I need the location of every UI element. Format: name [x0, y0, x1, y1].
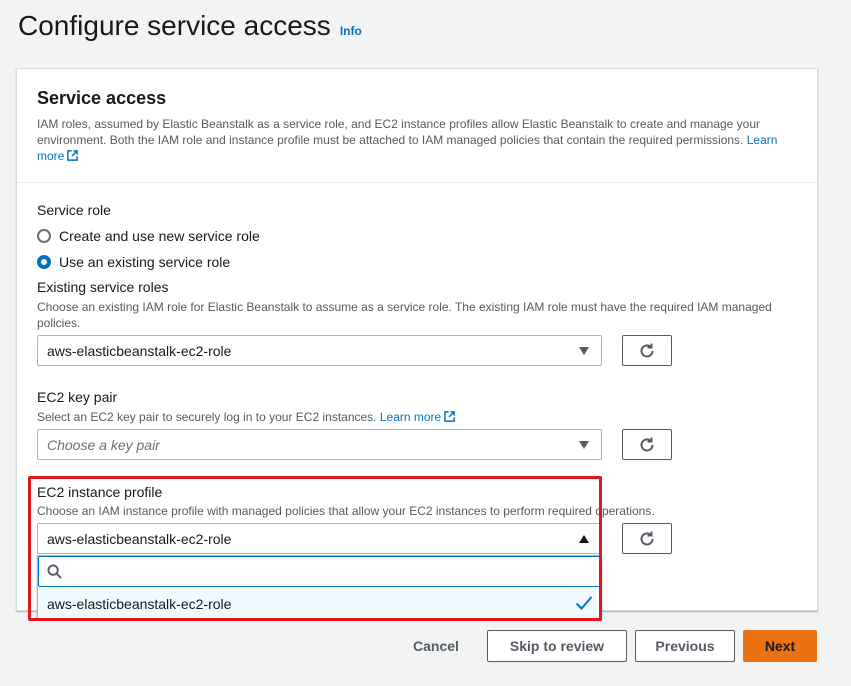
instance-profile-filter[interactable] — [38, 556, 601, 587]
refresh-instance-profiles-button[interactable] — [622, 523, 672, 554]
caret-down-icon — [579, 347, 589, 355]
existing-roles-value: aws-elasticbeanstalk-ec2-role — [47, 342, 232, 359]
previous-button[interactable]: Previous — [635, 630, 735, 662]
service-role-label: Service role — [37, 202, 111, 218]
dropdown-option-label: aws-elasticbeanstalk-ec2-role — [47, 595, 232, 612]
existing-roles-select[interactable]: aws-elasticbeanstalk-ec2-role — [37, 335, 602, 366]
radio-create-new-role[interactable]: Create and use new service role — [37, 228, 260, 244]
instance-profile-value: aws-elasticbeanstalk-ec2-role — [47, 530, 232, 547]
info-link[interactable]: Info — [340, 24, 362, 38]
caret-down-icon — [579, 441, 589, 449]
search-icon — [47, 564, 62, 579]
caret-up-icon — [579, 535, 589, 543]
radio-label-existing: Use an existing service role — [59, 254, 231, 270]
filter-input[interactable] — [68, 563, 568, 580]
radio-button-unchecked[interactable] — [37, 229, 51, 243]
skip-to-review-button[interactable]: Skip to review — [487, 630, 627, 662]
key-pair-label: EC2 key pair — [37, 389, 118, 405]
page-header: Configure service access Info — [18, 10, 362, 42]
existing-roles-label: Existing service roles — [37, 279, 169, 295]
panel-description-text: IAM roles, assumed by Elastic Beanstalk … — [37, 117, 761, 147]
radio-use-existing-role[interactable]: Use an existing service role — [37, 254, 230, 270]
key-pair-description: Select an EC2 key pair to securely log i… — [37, 409, 456, 425]
external-link-icon — [67, 150, 79, 161]
radio-label-create: Create and use new service role — [59, 228, 260, 244]
radio-button-checked[interactable] — [37, 255, 51, 269]
key-pair-description-text: Select an EC2 key pair to securely log i… — [37, 410, 377, 424]
cancel-button[interactable]: Cancel — [400, 630, 472, 662]
instance-profile-select[interactable]: aws-elasticbeanstalk-ec2-role — [37, 523, 602, 554]
refresh-icon — [640, 343, 654, 357]
external-link-icon — [444, 411, 456, 422]
panel-title: Service access — [37, 88, 167, 108]
instance-profile-description: Choose an IAM instance profile with mana… — [37, 504, 655, 518]
page-title: Configure service access — [18, 10, 331, 41]
checkmark-icon — [575, 596, 593, 610]
panel-description: IAM roles, assumed by Elastic Beanstalk … — [37, 116, 802, 164]
existing-roles-description: Choose an existing IAM role for Elastic … — [37, 300, 772, 330]
key-pair-select[interactable]: Choose a key pair — [37, 429, 602, 460]
refresh-icon — [640, 437, 654, 451]
next-button[interactable]: Next — [743, 630, 817, 662]
instance-profile-label: EC2 instance profile — [37, 484, 163, 500]
refresh-key-pairs-button[interactable] — [622, 429, 672, 460]
key-pair-learn-more-text[interactable]: Learn more — [380, 410, 441, 424]
dropdown-option[interactable]: aws-elasticbeanstalk-ec2-role — [38, 588, 601, 619]
service-access-panel: Service access IAM roles, assumed by Ela… — [16, 68, 818, 619]
refresh-icon — [640, 531, 654, 545]
key-pair-placeholder: Choose a key pair — [47, 436, 160, 453]
instance-profile-dropdown: aws-elasticbeanstalk-ec2-role — [37, 555, 602, 619]
key-pair-learn-more-link[interactable]: Learn more — [380, 410, 456, 424]
refresh-roles-button[interactable] — [622, 335, 672, 366]
panel-header: Service access IAM roles, assumed by Ela… — [17, 69, 817, 183]
